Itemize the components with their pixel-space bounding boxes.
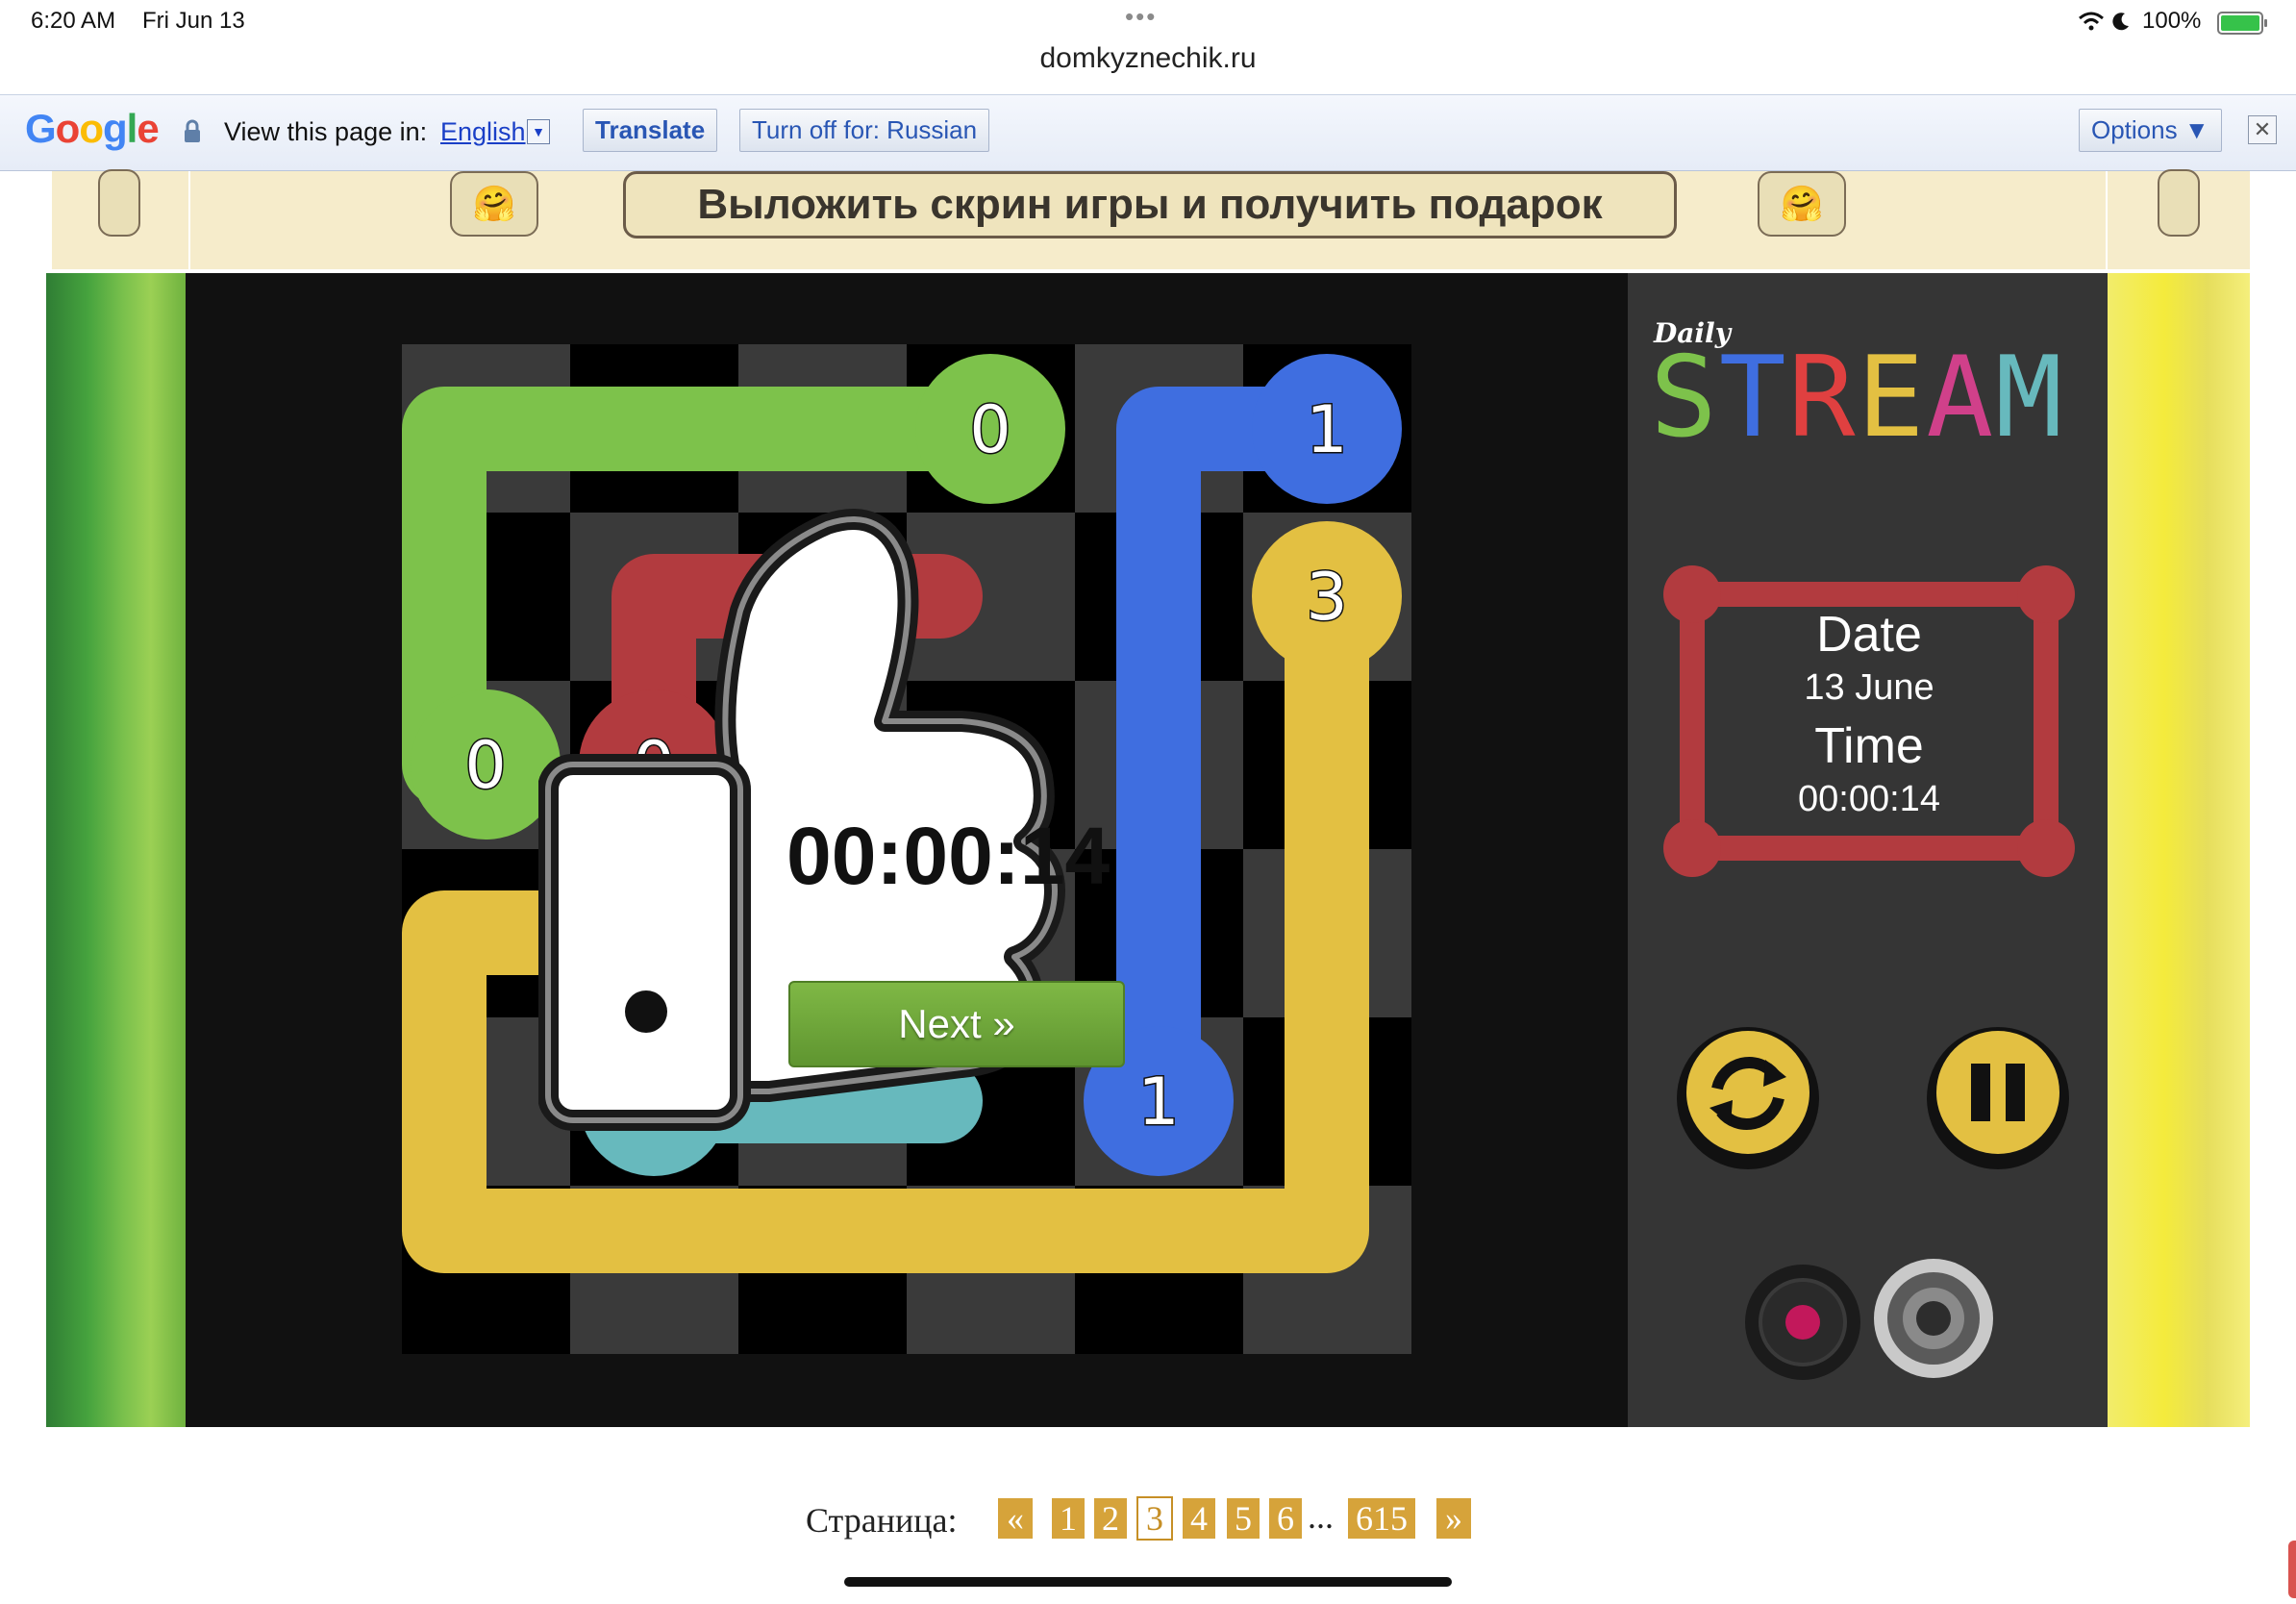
home-indicator bbox=[844, 1577, 1452, 1587]
speaker-icon[interactable] bbox=[1871, 1256, 1996, 1381]
google-logo: Google bbox=[25, 106, 160, 151]
turn-off-russian-button[interactable]: Turn off for: Russian bbox=[739, 109, 990, 152]
side-tab[interactable] bbox=[2288, 1541, 2296, 1598]
logo-stream: STREAM bbox=[1650, 333, 2065, 463]
pager-page-5[interactable]: 5 bbox=[1227, 1498, 1260, 1539]
status-date: Fri Jun 13 bbox=[142, 8, 245, 34]
view-page-label: View this page in: bbox=[224, 117, 428, 146]
banner-scroll-left[interactable] bbox=[98, 169, 140, 237]
lock-icon bbox=[185, 119, 200, 142]
banner-button[interactable]: Выложить скрин игры и получить подарок bbox=[623, 171, 1677, 238]
right-rail-decoration bbox=[2108, 273, 2250, 1427]
svg-text:1: 1 bbox=[1306, 392, 1347, 468]
time-value: 00:00:14 bbox=[1798, 779, 1940, 819]
pager-page-3-current: 3 bbox=[1136, 1496, 1173, 1541]
date-value: 13 June bbox=[1804, 667, 1934, 708]
pager-page-1[interactable]: 1 bbox=[1052, 1498, 1085, 1539]
battery-icon bbox=[2217, 12, 2267, 35]
date-label: Date bbox=[1816, 607, 1922, 663]
banner-divider bbox=[2106, 171, 2108, 269]
wifi-icon bbox=[2079, 12, 2104, 31]
popup-time: 00:00:14 bbox=[786, 811, 1111, 901]
pager-ellipsis: ... bbox=[1308, 1497, 1334, 1536]
tab-dots-icon[interactable]: ••• bbox=[1125, 2, 1157, 32]
pager-next-button[interactable]: » bbox=[1436, 1498, 1471, 1539]
endpoint-blue-top[interactable]: 1 bbox=[1252, 354, 1402, 504]
address-bar-url[interactable]: domkyznechik.ru bbox=[0, 42, 2296, 75]
time-label: Time bbox=[1814, 718, 1924, 774]
pager-page-6[interactable]: 6 bbox=[1269, 1498, 1302, 1539]
language-dropdown-icon[interactable]: ▼ bbox=[527, 119, 550, 144]
next-button[interactable]: Next » bbox=[788, 981, 1125, 1067]
pager-prev-button[interactable]: « bbox=[998, 1498, 1033, 1539]
banner-scroll-right[interactable] bbox=[2158, 169, 2200, 237]
pager-page-2[interactable]: 2 bbox=[1094, 1498, 1127, 1539]
svg-text:0: 0 bbox=[464, 728, 506, 804]
restart-button[interactable] bbox=[1671, 1021, 1825, 1175]
pager-label: Страница: bbox=[806, 1501, 958, 1540]
svg-text:0: 0 bbox=[969, 392, 1011, 468]
pause-button[interactable] bbox=[1921, 1021, 2075, 1175]
emoji-left[interactable]: 🤗 bbox=[450, 171, 538, 237]
options-button[interactable]: Options ▼ bbox=[2079, 109, 2222, 152]
battery-percent: 100% bbox=[2142, 8, 2202, 34]
endpoint-yellow-top[interactable]: 3 bbox=[1252, 521, 1402, 671]
endpoint-green-top[interactable]: 0 bbox=[915, 354, 1065, 504]
translate-button[interactable]: Translate bbox=[583, 109, 718, 152]
record-icon[interactable] bbox=[1742, 1262, 1863, 1383]
status-time: 6:20 AM bbox=[31, 8, 116, 34]
emoji-right[interactable]: 🤗 bbox=[1758, 171, 1846, 237]
close-translate-button[interactable]: ✕ bbox=[2248, 115, 2277, 144]
moon-icon bbox=[2112, 13, 2129, 31]
left-rail-decoration bbox=[46, 273, 186, 1427]
language-select[interactable]: English bbox=[440, 117, 526, 147]
banner-divider bbox=[188, 171, 190, 269]
svg-text:3: 3 bbox=[1306, 560, 1347, 636]
pager-page-4[interactable]: 4 bbox=[1183, 1498, 1215, 1539]
pager-page-last[interactable]: 615 bbox=[1348, 1498, 1415, 1539]
